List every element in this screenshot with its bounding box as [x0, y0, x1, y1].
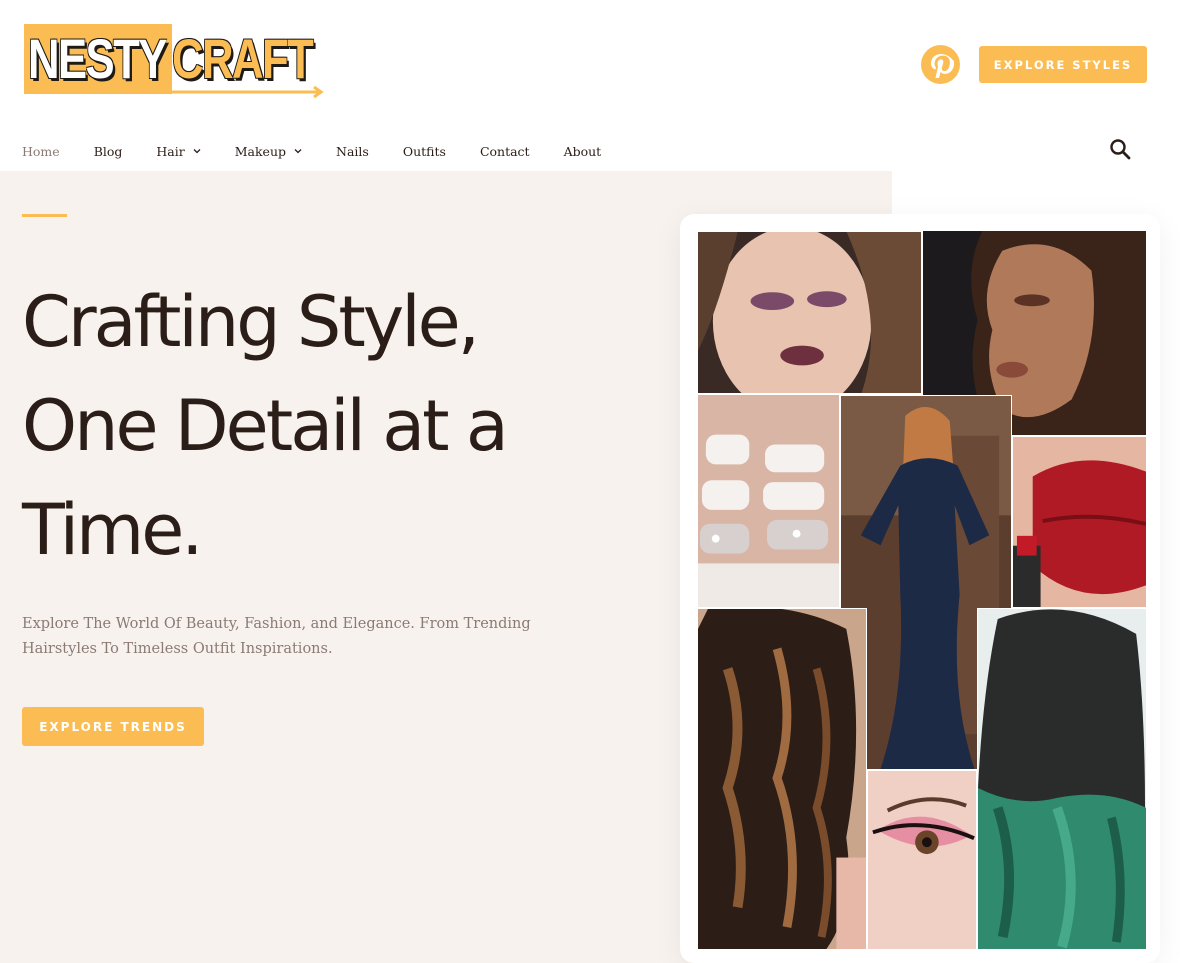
- accent-divider: [22, 214, 67, 217]
- nav-item-label: Makeup: [234, 143, 287, 159]
- nav-item-label: Outfits: [402, 143, 446, 159]
- nav-item-label: About: [563, 143, 602, 159]
- headline-line: One Detail at a: [22, 385, 509, 467]
- nav-item-label: Blog: [93, 143, 123, 159]
- collage-image-red-lips: [1012, 436, 1147, 608]
- nav-item-label: Contact: [479, 143, 530, 159]
- chevron-down-icon: [193, 149, 201, 154]
- explore-styles-button[interactable]: EXPLORE STYLES: [979, 46, 1147, 83]
- hero-subtext: Explore The World Of Beauty, Fashion, an…: [22, 616, 531, 657]
- collage-image-nails: [697, 394, 840, 608]
- nav-item-label: Nails: [336, 143, 369, 159]
- hero-headline: Crafting Style, One Detail at a Time.: [22, 270, 582, 582]
- headline-line: Crafting Style,: [22, 281, 480, 363]
- nav-item-label: Hair: [156, 143, 185, 159]
- nav-item-makeup[interactable]: Makeup: [235, 144, 302, 159]
- nav-item-label: Home: [22, 143, 60, 159]
- site-header: NESTY CRAFT EXPLORE STYLES Home Blog Hai…: [0, 0, 1180, 171]
- logo-text-nesty: NESTY: [28, 27, 167, 90]
- pinterest-button[interactable]: [921, 45, 960, 84]
- logo-text-craft: CRAFT: [172, 27, 314, 90]
- chevron-down-icon: [294, 149, 302, 154]
- site-logo[interactable]: NESTY CRAFT: [24, 24, 326, 102]
- explore-trends-button[interactable]: EXPLORE TRENDS: [22, 707, 204, 746]
- collage-image-hair-brunette: [697, 608, 867, 950]
- search-button[interactable]: [1108, 137, 1132, 161]
- nav-item-blog[interactable]: Blog: [94, 144, 123, 159]
- pinterest-icon: [930, 53, 954, 78]
- nav-item-contact[interactable]: Contact: [480, 144, 530, 159]
- collage-image-makeup-purple: [697, 231, 922, 394]
- nav-item-outfits[interactable]: Outfits: [403, 144, 446, 159]
- nav-item-hair[interactable]: Hair: [156, 143, 201, 159]
- nav-item-nails[interactable]: Nails: [336, 144, 369, 159]
- search-icon: [1110, 139, 1131, 160]
- logo-arrow-icon: [170, 86, 324, 99]
- collage-image-pink-eyeliner: [867, 770, 977, 950]
- headline-line: Time.: [22, 489, 204, 571]
- main-nav: Home Blog Hair Makeup Nails Outfits Cont…: [22, 138, 635, 164]
- collage-image-hair-green: [977, 608, 1147, 950]
- nav-item-home[interactable]: Home: [22, 144, 60, 159]
- nav-item-about[interactable]: About: [564, 144, 602, 159]
